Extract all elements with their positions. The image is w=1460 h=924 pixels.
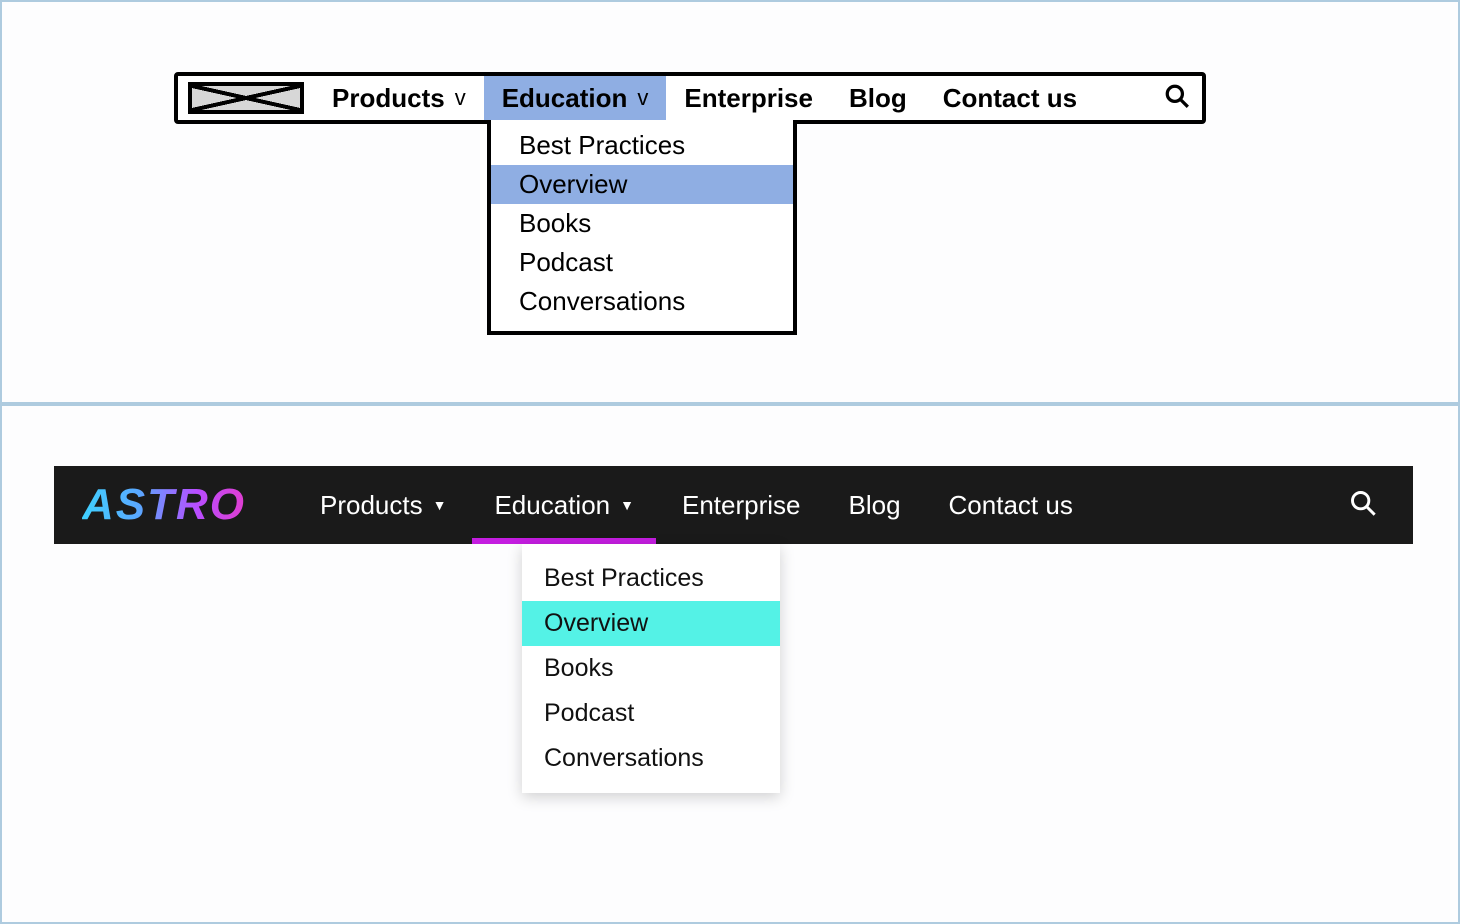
nav-item-products[interactable]: Products ▼ — [296, 466, 470, 544]
dropdown-item-conversations[interactable]: Conversations — [522, 736, 780, 781]
dropdown-item-podcast[interactable]: Podcast — [491, 243, 793, 282]
nav-item-products[interactable]: Products v — [314, 76, 484, 120]
wireframe-panel: Products v Education v Enterprise Blog C… — [2, 2, 1458, 406]
dropdown-item-podcast[interactable]: Podcast — [522, 691, 780, 736]
logo-placeholder-icon — [188, 82, 304, 114]
nav-item-label: Education — [494, 490, 610, 521]
nav-item-contact-us[interactable]: Contact us — [925, 76, 1095, 120]
nav-item-label: Blog — [848, 490, 900, 521]
spacer — [1095, 76, 1152, 120]
nav-item-label: Contact us — [943, 83, 1077, 114]
dropdown-item-overview[interactable]: Overview — [522, 601, 780, 646]
nav-item-contact-us[interactable]: Contact us — [925, 466, 1097, 544]
dropdown-item-books[interactable]: Books — [491, 204, 793, 243]
dropdown-item-best-practices[interactable]: Best Practices — [522, 556, 780, 601]
chevron-down-icon: v — [637, 85, 648, 111]
nav-item-label: Products — [332, 83, 445, 114]
dropdown-item-books[interactable]: Books — [522, 646, 780, 691]
search-button[interactable] — [1152, 76, 1202, 120]
chevron-down-icon: ▼ — [433, 497, 447, 513]
chevron-down-icon: ▼ — [620, 497, 634, 513]
nav-item-blog[interactable]: Blog — [824, 466, 924, 544]
wireframe-navbar: Products v Education v Enterprise Blog C… — [174, 72, 1206, 124]
nav-item-label: Contact us — [949, 490, 1073, 521]
nav-item-label: Products — [320, 490, 423, 521]
nav-item-blog[interactable]: Blog — [831, 76, 925, 120]
nav-items: Products ▼ Education ▼ Enterprise Blog C… — [296, 466, 1097, 544]
search-icon — [1349, 504, 1377, 521]
nav-item-label: Blog — [849, 83, 907, 114]
chevron-down-icon: v — [455, 85, 466, 111]
site-navbar: astro Products ▼ Education ▼ Enterprise … — [54, 466, 1413, 544]
dropdown-item-best-practices[interactable]: Best Practices — [491, 126, 793, 165]
dropdown-item-conversations[interactable]: Conversations — [491, 282, 793, 321]
site-dropdown-education: Best Practices Overview Books Podcast Co… — [522, 544, 780, 793]
wireframe-dropdown-education: Best Practices Overview Books Podcast Co… — [487, 120, 797, 335]
search-button[interactable] — [1341, 489, 1385, 522]
search-icon — [1164, 83, 1190, 114]
dropdown-item-overview[interactable]: Overview — [491, 165, 793, 204]
nav-item-enterprise[interactable]: Enterprise — [666, 76, 831, 120]
nav-item-label: Enterprise — [684, 83, 813, 114]
nav-item-label: Enterprise — [682, 490, 801, 521]
nav-item-education[interactable]: Education v — [484, 76, 667, 120]
nav-item-education[interactable]: Education ▼ — [470, 466, 658, 544]
nav-item-enterprise[interactable]: Enterprise — [658, 466, 825, 544]
polished-panel: astro Products ▼ Education ▼ Enterprise … — [2, 406, 1458, 920]
nav-item-label: Education — [502, 83, 628, 114]
brand-logo[interactable]: astro — [82, 480, 246, 530]
